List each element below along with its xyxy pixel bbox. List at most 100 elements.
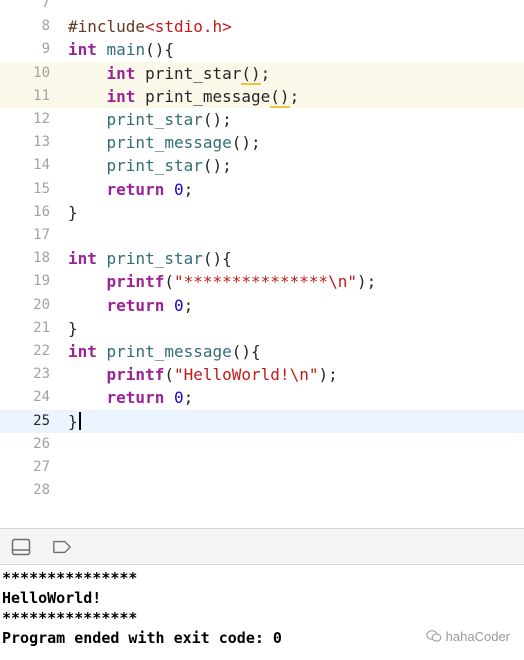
code-line[interactable]: 17 <box>0 224 524 247</box>
code-token: ( <box>164 365 174 385</box>
code-editor[interactable]: 7 8 #include<stdio.h> 9 int main(){10 int pr… <box>0 0 524 528</box>
code-token: ; <box>289 86 300 106</box>
code-text: int print_star(){ <box>68 247 232 270</box>
code-line[interactable]: 8 #include<stdio.h> <box>0 15 524 38</box>
code-line[interactable]: 9 int main(){ <box>0 38 524 61</box>
console-line: *************** <box>2 609 138 627</box>
code-token: ( <box>164 272 174 292</box>
code-text: return 0; <box>68 386 194 409</box>
code-token: ; <box>183 295 194 315</box>
code-text: int print_message(); <box>68 85 299 108</box>
hide-debug-area-icon[interactable] <box>11 538 31 556</box>
code-token: (); <box>202 110 232 129</box>
code-line[interactable]: 23 printf("HelloWorld!\n"); <box>0 363 524 386</box>
code-line[interactable]: 20 return 0; <box>0 294 524 317</box>
code-line[interactable]: 12 print_star(); <box>0 108 524 131</box>
code-token: } <box>68 411 78 431</box>
code-token: (); <box>202 156 232 176</box>
code-token: return <box>106 295 165 315</box>
line-number: 25 <box>33 412 50 429</box>
code-line[interactable]: 18 int print_star(){ <box>0 247 524 270</box>
line-number: 24 <box>33 389 50 406</box>
line-number: 13 <box>33 134 50 151</box>
code-token: ; <box>183 388 194 408</box>
code-token: 0 <box>173 179 184 199</box>
code-line[interactable]: 16} <box>0 201 524 224</box>
code-token: ; <box>183 179 194 199</box>
line-number: 26 <box>33 435 50 452</box>
code-token: ; <box>260 63 271 83</box>
code-text: print_message(); <box>68 131 261 154</box>
line-number: 28 <box>33 482 50 499</box>
code-text: printf("HelloWorld!\n"); <box>68 363 338 386</box>
debug-toolbar <box>0 528 524 565</box>
code-line[interactable]: 11 int print_message(); <box>0 84 524 108</box>
code-text: print_star(); <box>68 108 232 131</box>
line-number: 16 <box>33 203 50 220</box>
code-token: print_message <box>106 342 232 361</box>
code-token: int <box>106 86 136 106</box>
code-token: printf <box>106 365 165 385</box>
console-line: *************** <box>2 569 138 587</box>
code-line[interactable]: 19 printf("***************\n"); <box>0 270 524 293</box>
code-line[interactable]: 7 <box>0 0 524 15</box>
code-token: (){ <box>231 342 261 361</box>
code-line[interactable]: 25} <box>0 409 524 433</box>
code-line[interactable]: 28 <box>0 479 524 502</box>
code-token: #include <box>68 17 146 37</box>
line-number: 14 <box>33 157 50 174</box>
code-token: () <box>241 63 261 85</box>
code-text: int main(){ <box>68 38 174 61</box>
line-number: 22 <box>33 343 50 359</box>
breakpoint-icon[interactable] <box>52 538 72 556</box>
code-text: return 0; <box>68 294 194 317</box>
line-number: 27 <box>33 459 50 475</box>
code-token: ); <box>318 365 338 385</box>
code-token: 0 <box>173 388 184 408</box>
code-line[interactable]: 27 <box>0 456 524 479</box>
code-text: int print_star(); <box>68 62 270 85</box>
code-line[interactable]: 14 print_star(); <box>0 154 524 177</box>
code-token: printf <box>106 272 165 292</box>
code-token: int <box>68 40 97 60</box>
code-token: } <box>68 202 78 222</box>
watermark-text: hahaCoder <box>445 628 510 644</box>
code-token: print_star <box>106 110 203 129</box>
console-line: Program ended with exit code: 0 <box>2 629 282 647</box>
code-text: return 0; <box>68 178 194 201</box>
code-token: <stdio.h> <box>145 17 232 37</box>
code-token: print_star <box>106 156 203 176</box>
code-line[interactable]: 22 int print_message(){ <box>0 340 524 363</box>
code-line[interactable]: 15 return 0; <box>0 178 524 201</box>
line-number: 18 <box>33 250 50 267</box>
code-line[interactable]: 24 return 0; <box>0 386 524 409</box>
code-token: "HelloWorld!\n" <box>173 365 319 385</box>
line-number: 8 <box>41 18 50 35</box>
line-number: 17 <box>33 227 50 243</box>
code-line[interactable]: 13 print_message(); <box>0 131 524 154</box>
code-text: printf("***************\n"); <box>68 270 377 293</box>
line-number: 11 <box>33 87 50 104</box>
code-token: return <box>106 388 165 408</box>
code-line[interactable]: 26 <box>0 433 524 456</box>
line-number: 9 <box>41 41 50 58</box>
code-line[interactable]: 21} <box>0 317 524 340</box>
wechat-icon <box>425 630 442 642</box>
code-token: } <box>68 318 78 338</box>
line-number: 7 <box>41 0 50 11</box>
code-line[interactable]: 10 int print_star(); <box>0 61 524 85</box>
line-number: 19 <box>33 273 50 290</box>
code-token: "***************\n" <box>173 272 357 292</box>
